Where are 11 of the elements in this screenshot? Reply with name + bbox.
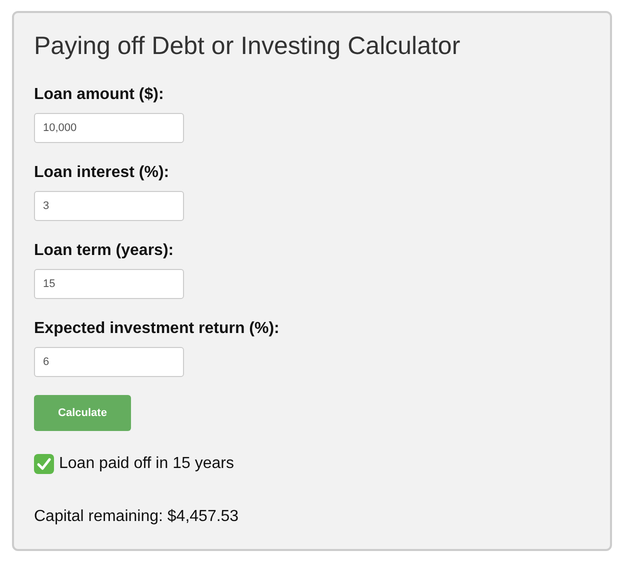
field-label: Loan interest (%): [34, 164, 170, 182]
field-label: Loan amount ($): [34, 86, 164, 104]
input-field[interactable]: 10,000 [34, 113, 184, 143]
field-label: Loan term (years): [34, 242, 174, 260]
input-field[interactable]: 6 [34, 347, 184, 377]
page-title: Paying off Debt or Investing Calculator [34, 31, 460, 61]
field-label: Expected investment return (%): [34, 320, 280, 338]
input-field[interactable]: 3 [34, 191, 184, 221]
input-field[interactable]: 15 [34, 269, 184, 299]
result-text: Loan paid off in 15 years [59, 455, 234, 473]
summary-text: Capital remaining: $4,457.53 [34, 508, 239, 526]
